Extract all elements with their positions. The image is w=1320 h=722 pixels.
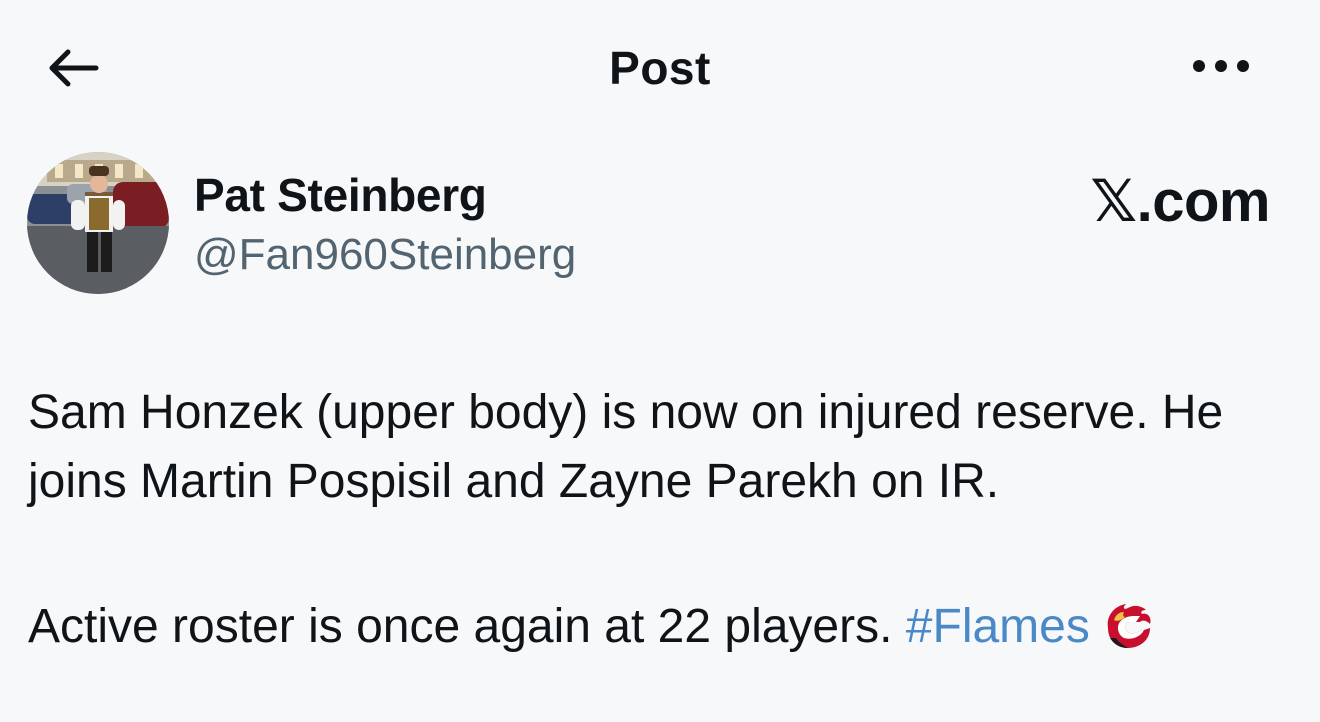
tweet-text: Sam Honzek (upper body) is now on injure… [28, 378, 1298, 661]
post-page: Post Pat Steinberg @Fan960Steinberg 𝕏.co… [0, 0, 1320, 722]
tweet-paragraph-2: Active roster is once again at 22 player… [28, 592, 1298, 661]
flames-logo-icon [1107, 604, 1151, 648]
profile-photo [27, 152, 169, 294]
more-button[interactable] [1186, 44, 1256, 88]
hashtag-link[interactable]: #Flames [906, 600, 1090, 653]
page-title: Post [609, 42, 711, 94]
more-horizontal-icon [1193, 60, 1249, 72]
author-name[interactable]: Pat Steinberg [194, 168, 487, 222]
x-com-label: 𝕏.com [1090, 169, 1270, 234]
tweet-roster-text: Active roster is once again at 22 player… [28, 600, 893, 653]
author-handle[interactable]: @Fan960Steinberg [194, 228, 576, 282]
avatar[interactable] [27, 152, 169, 294]
tweet-paragraph-1: Sam Honzek (upper body) is now on injure… [28, 386, 1224, 508]
